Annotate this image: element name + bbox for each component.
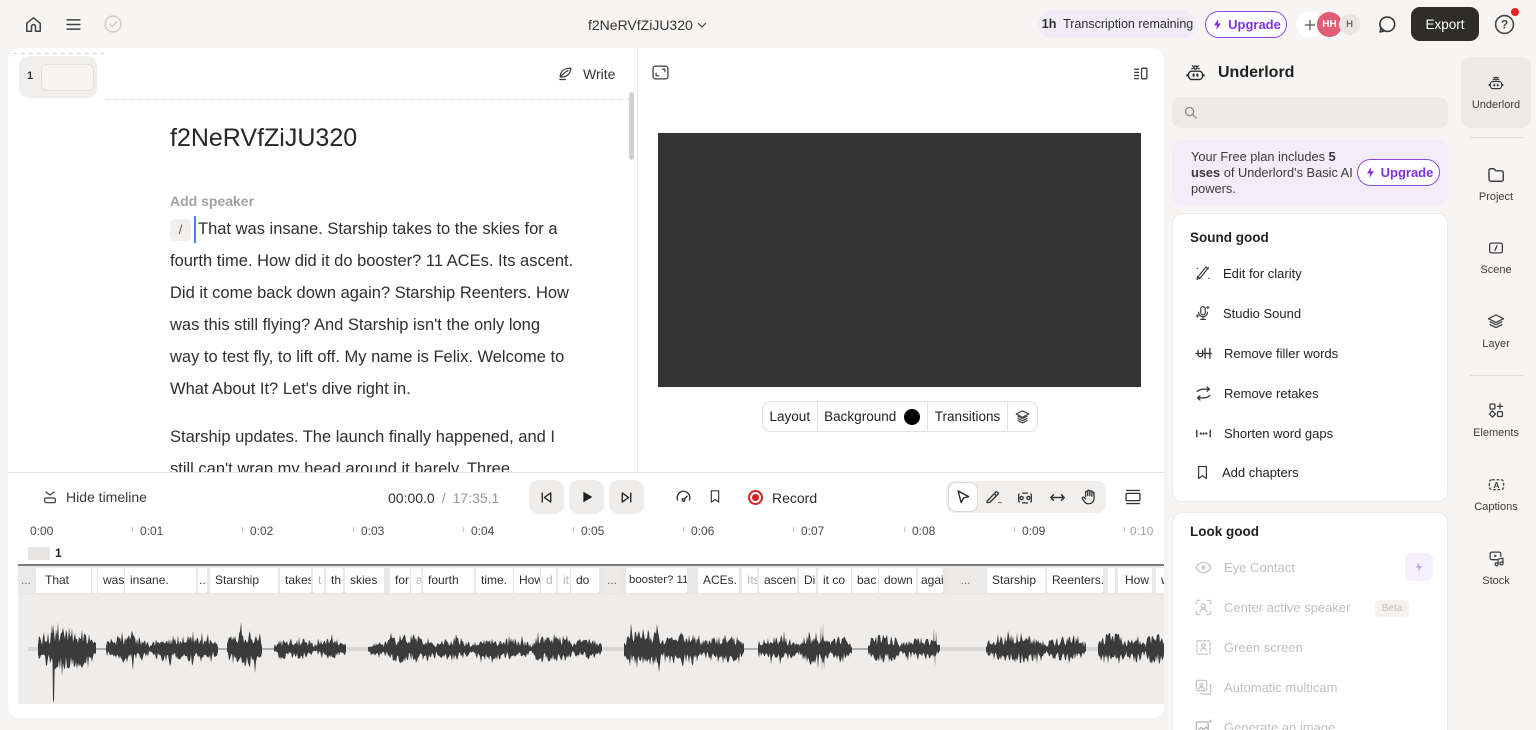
svg-text:?: ? <box>1501 18 1508 32</box>
svg-text:A: A <box>1493 480 1499 490</box>
